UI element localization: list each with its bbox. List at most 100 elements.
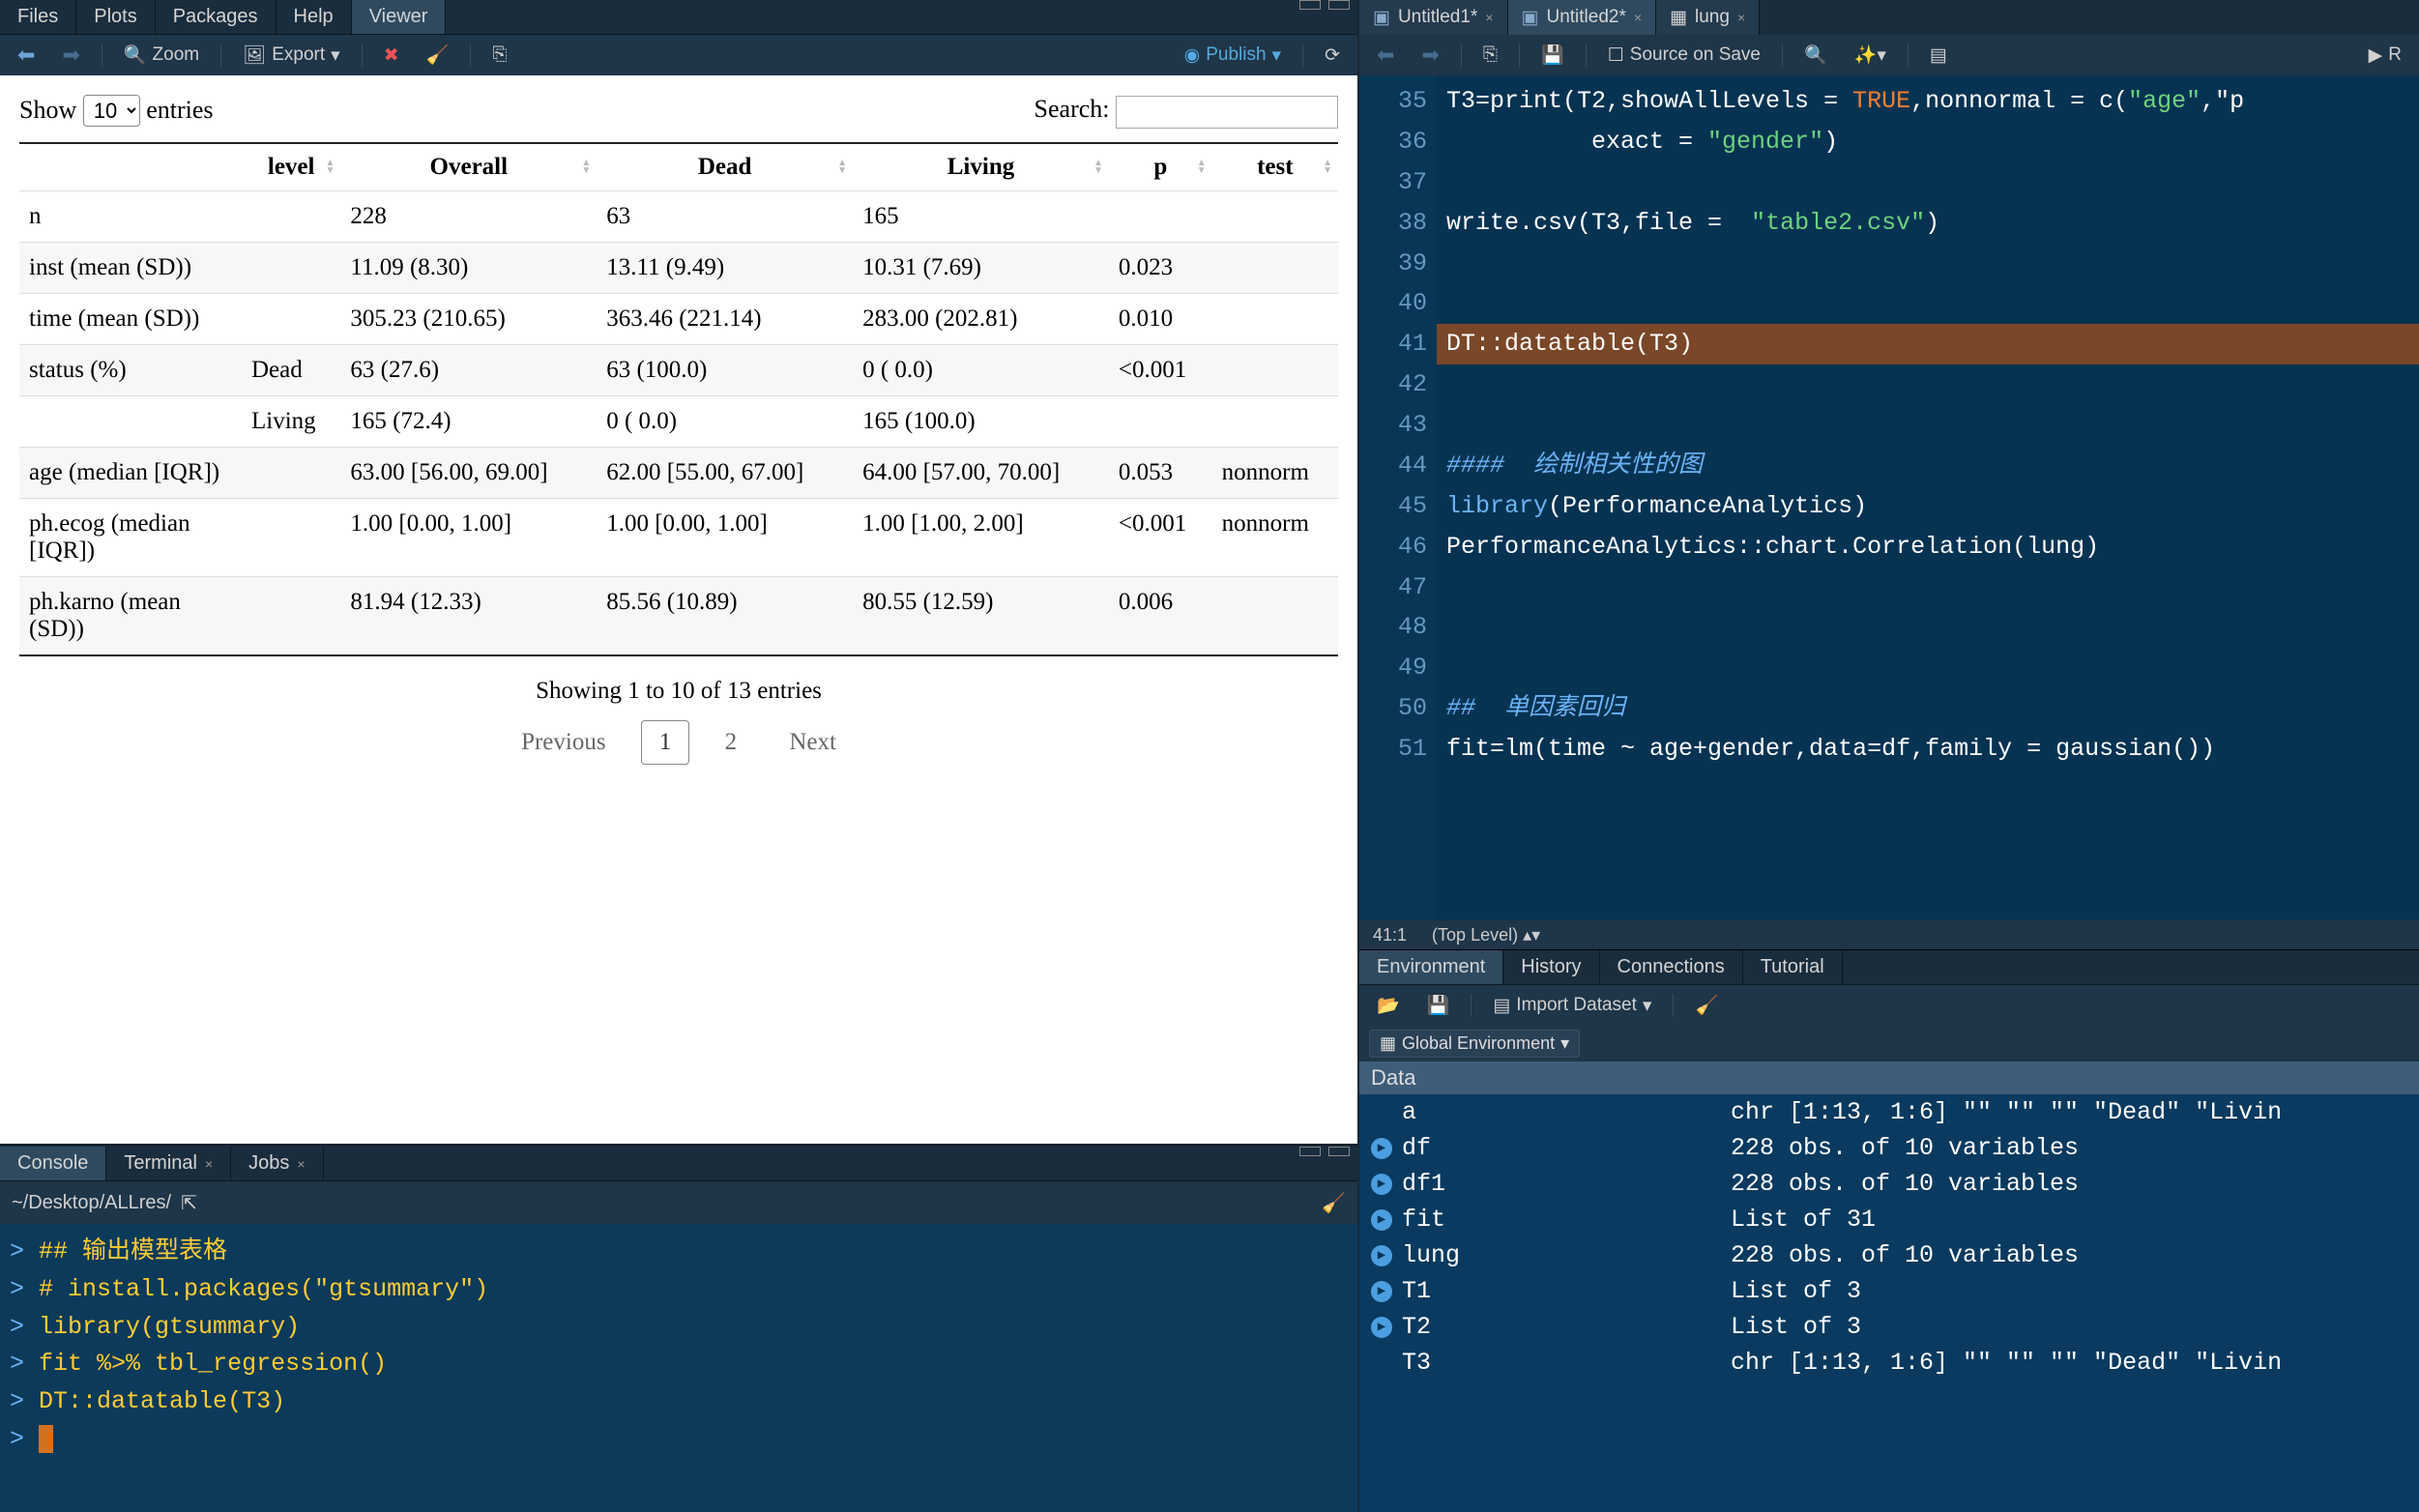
- close-icon[interactable]: ×: [1634, 10, 1642, 25]
- tab-help[interactable]: Help: [277, 0, 352, 34]
- maximize-icon[interactable]: [1328, 1147, 1350, 1156]
- scope-label[interactable]: (Top Level) ▴▾: [1432, 925, 1540, 945]
- source-on-save-checkbox[interactable]: ☐ Source on Save: [1598, 41, 1770, 71]
- expand-icon[interactable]: ▶: [1371, 1317, 1392, 1338]
- popup-icon[interactable]: ⇱: [181, 1191, 197, 1215]
- show-in-new-icon[interactable]: ⎘: [1473, 41, 1507, 70]
- find-icon[interactable]: 🔍: [1794, 40, 1837, 71]
- expand-icon[interactable]: ▶: [1371, 1281, 1392, 1302]
- cell: [19, 395, 242, 447]
- minimize-icon[interactable]: [1299, 1147, 1321, 1156]
- cell: 0.053: [1109, 447, 1212, 498]
- console-output[interactable]: > ## 输出模型表格> # install.packages("gtsumma…: [0, 1224, 1357, 1512]
- search-input[interactable]: [1116, 96, 1338, 129]
- save-icon[interactable]: 💾: [1417, 990, 1460, 1021]
- tab-connections[interactable]: Connections: [1600, 950, 1743, 984]
- close-icon[interactable]: ×: [205, 1156, 213, 1172]
- sort-icon[interactable]: ▲▼: [1323, 160, 1332, 175]
- column-header[interactable]: Dead▲▼: [597, 144, 853, 191]
- table-icon: ▦: [1670, 7, 1687, 29]
- close-icon[interactable]: ×: [297, 1156, 305, 1172]
- zoom-button[interactable]: 🔍 Zoom: [114, 40, 209, 71]
- refresh-icon[interactable]: ⟳: [1315, 41, 1350, 71]
- tab-packages[interactable]: Packages: [156, 0, 277, 34]
- env-item[interactable]: ▶T2List of 3: [1359, 1309, 2419, 1345]
- forward-icon[interactable]: ➡: [1412, 39, 1448, 72]
- cell: [1212, 293, 1338, 344]
- tab-plots[interactable]: Plots: [76, 0, 155, 34]
- cell: [242, 293, 340, 344]
- expand-icon[interactable]: ▶: [1371, 1138, 1392, 1159]
- wand-icon[interactable]: ✨▾: [1845, 40, 1896, 71]
- tab-tutorial[interactable]: Tutorial: [1743, 950, 1843, 984]
- import-dataset-button[interactable]: ▤ Import Dataset ▾: [1483, 991, 1661, 1021]
- tab-jobs[interactable]: Jobs×: [231, 1147, 323, 1180]
- expand-icon[interactable]: ▶: [1371, 1174, 1392, 1195]
- tab-viewer[interactable]: Viewer: [352, 0, 447, 34]
- tab-terminal[interactable]: Terminal×: [106, 1147, 231, 1180]
- notebook-icon[interactable]: ▤: [1920, 41, 1957, 71]
- remove-icon[interactable]: ✖: [374, 41, 409, 71]
- editor-tab-untitled1[interactable]: ▣ Untitled1* ×: [1359, 0, 1508, 35]
- env-item[interactable]: T3chr [1:13, 1:6] "" "" "" "Dead" "Livin: [1359, 1345, 2419, 1381]
- clear-icon[interactable]: 🧹: [417, 40, 459, 71]
- sort-icon[interactable]: ▲▼: [1197, 160, 1207, 175]
- cell: Dead: [242, 344, 340, 395]
- page-length-select[interactable]: 10: [83, 95, 140, 127]
- clear-icon[interactable]: 🧹: [1322, 1191, 1346, 1215]
- sort-icon[interactable]: ▲▼: [325, 160, 335, 175]
- load-icon[interactable]: 📂: [1367, 990, 1410, 1021]
- env-item[interactable]: ▶T1List of 3: [1359, 1273, 2419, 1309]
- column-header[interactable]: p▲▼: [1109, 144, 1212, 191]
- env-item[interactable]: ▶df228 obs. of 10 variables: [1359, 1130, 2419, 1166]
- editor-tab-untitled2[interactable]: ▣ Untitled2* ×: [1508, 0, 1657, 35]
- page-1-button[interactable]: 1: [641, 720, 690, 765]
- tab-environment[interactable]: Environment: [1359, 950, 1503, 984]
- column-header[interactable]: [19, 144, 242, 191]
- scope-selector[interactable]: ▦ Global Environment ▾: [1369, 1030, 1580, 1058]
- cell: 10.31 (7.69): [853, 242, 1109, 293]
- run-button[interactable]: ▶ R: [2359, 41, 2411, 71]
- env-item[interactable]: achr [1:13, 1:6] "" "" "" "Dead" "Livin: [1359, 1094, 2419, 1130]
- page-2-button[interactable]: 2: [708, 721, 755, 764]
- cell: 63.00 [56.00, 69.00]: [340, 447, 597, 498]
- previous-button[interactable]: Previous: [504, 721, 624, 764]
- sort-icon[interactable]: ▲▼: [837, 160, 847, 175]
- cell: [242, 190, 340, 242]
- code-editor[interactable]: 3536373839404142434445464748495051 T3=pr…: [1359, 75, 2419, 920]
- env-item[interactable]: ▶fitList of 31: [1359, 1202, 2419, 1237]
- cell: [1212, 395, 1338, 447]
- export-button[interactable]: 🖼 Export ▾: [233, 40, 350, 71]
- sort-icon[interactable]: ▲▼: [581, 160, 591, 175]
- clear-icon[interactable]: 🧹: [1685, 990, 1728, 1021]
- tab-console[interactable]: Console: [0, 1147, 106, 1180]
- expand-icon[interactable]: ▶: [1371, 1209, 1392, 1231]
- popup-icon[interactable]: ⎘: [482, 41, 516, 70]
- publish-button[interactable]: ◉ Publish ▾: [1175, 41, 1291, 71]
- cell: 1.00 [1.00, 2.00]: [853, 498, 1109, 576]
- env-var-value: chr [1:13, 1:6] "" "" "" "Dead" "Livin: [1731, 1349, 2407, 1377]
- minimize-icon[interactable]: [1299, 0, 1321, 10]
- editor-tab-lung[interactable]: ▦ lung ×: [1656, 0, 1760, 35]
- column-header[interactable]: level▲▼: [242, 144, 340, 191]
- back-icon[interactable]: ⬅: [1367, 39, 1404, 72]
- tab-files[interactable]: Files: [0, 0, 76, 34]
- env-item[interactable]: ▶df1228 obs. of 10 variables: [1359, 1166, 2419, 1202]
- column-header[interactable]: Overall▲▼: [340, 144, 597, 191]
- tab-history[interactable]: History: [1503, 950, 1599, 984]
- expand-icon[interactable]: ▶: [1371, 1245, 1392, 1266]
- next-button[interactable]: Next: [772, 721, 854, 764]
- column-header[interactable]: Living▲▼: [853, 144, 1109, 191]
- save-icon[interactable]: 💾: [1531, 40, 1574, 71]
- back-icon[interactable]: ⬅: [8, 39, 44, 72]
- sort-icon[interactable]: ▲▼: [1093, 160, 1103, 175]
- env-section-data: Data: [1359, 1061, 2419, 1094]
- env-var-name: df: [1402, 1134, 1731, 1162]
- close-icon[interactable]: ×: [1737, 10, 1745, 25]
- env-item[interactable]: ▶lung228 obs. of 10 variables: [1359, 1237, 2419, 1273]
- cell: 165 (100.0): [853, 395, 1109, 447]
- maximize-icon[interactable]: [1328, 0, 1350, 10]
- close-icon[interactable]: ×: [1485, 10, 1493, 25]
- forward-icon[interactable]: ➡: [52, 39, 89, 72]
- column-header[interactable]: test▲▼: [1212, 144, 1338, 191]
